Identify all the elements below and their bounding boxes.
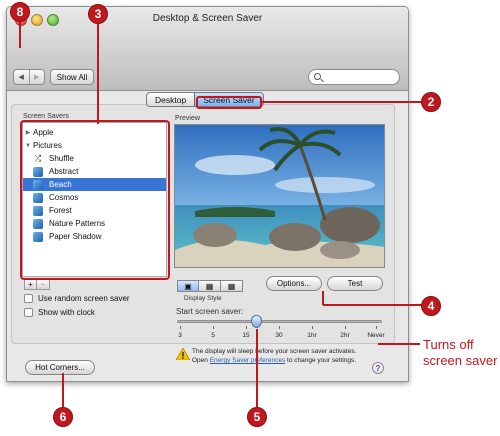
options-button[interactable]: Options...	[266, 276, 322, 291]
display-style-buttons: ▣ ▦ ▦	[177, 280, 243, 292]
start-slider-track[interactable]	[177, 320, 382, 323]
callout-badge: 8	[10, 2, 30, 22]
list-highlight	[20, 120, 170, 280]
tick-label: 5	[211, 332, 215, 339]
callout-line	[97, 20, 99, 124]
search-icon	[314, 73, 321, 80]
tick-mark	[213, 326, 214, 329]
window-title: Desktop & Screen Saver	[152, 13, 263, 24]
search-field[interactable]	[308, 69, 400, 85]
back-arrow-icon[interactable]: ◀	[14, 70, 29, 84]
tick-mark	[345, 326, 346, 329]
display-style-label: Display Style	[184, 295, 222, 302]
forward-arrow-icon[interactable]: ▶	[28, 70, 45, 84]
callout-badge: 5	[247, 407, 267, 427]
single-image-icon[interactable]: ▣	[177, 280, 199, 292]
list-edit-buttons: + −	[24, 279, 50, 290]
add-button[interactable]: +	[24, 279, 37, 290]
grid-icon[interactable]: ▦	[221, 280, 243, 292]
energy-saver-link[interactable]: Energy Saver preferences	[210, 357, 286, 364]
tick-label: 1hr	[307, 332, 317, 339]
checkbox-box[interactable]	[24, 294, 33, 303]
tick-label: 2hr	[340, 332, 350, 339]
callout-badge: 6	[53, 407, 73, 427]
show-clock-checkbox[interactable]: Show with clock	[24, 308, 95, 317]
hot-corners-button[interactable]: Hot Corners...	[25, 360, 95, 375]
tick-mark	[279, 326, 280, 329]
tab-highlight	[196, 96, 262, 109]
tick-label: 30	[275, 332, 283, 339]
test-button[interactable]: Test	[327, 276, 383, 291]
tick-mark	[246, 326, 247, 329]
tab-desktop[interactable]: Desktop	[147, 93, 194, 106]
callout-line	[262, 101, 422, 103]
callout-line	[256, 329, 258, 411]
toolbar: Desktop & Screen Saver ◀ ▶ Show All	[7, 7, 408, 91]
help-button[interactable]: ?	[372, 362, 384, 374]
callout-line	[378, 343, 420, 345]
callout-line	[322, 291, 324, 305]
callout-badge: 3	[88, 4, 108, 24]
screen-savers-label: Screen Savers	[23, 113, 69, 120]
beach-preview-image	[174, 124, 385, 268]
tick-mark	[376, 326, 377, 329]
preview-label: Preview	[175, 115, 200, 122]
tick-label-never: Never	[367, 332, 385, 339]
nav-buttons: ◀ ▶	[13, 69, 45, 85]
checkbox-box[interactable]	[24, 308, 33, 317]
remove-button[interactable]: −	[37, 279, 50, 290]
mosaic-icon[interactable]: ▦	[199, 280, 221, 292]
warning-icon	[176, 348, 190, 360]
sleep-warning-message: The display will sleep before your scree…	[192, 348, 357, 364]
callout-line	[62, 373, 64, 408]
tick-mark	[312, 326, 313, 329]
callout-badge: 2	[421, 92, 441, 112]
callout-badge: 4	[421, 296, 441, 316]
tick-mark	[180, 326, 181, 329]
start-screen-saver-label: Start screen saver:	[176, 307, 244, 316]
callout-line	[19, 20, 21, 48]
turns-off-annotation: Turns off screen saver	[423, 337, 498, 368]
callout-line	[323, 304, 424, 306]
random-saver-checkbox[interactable]: Use random screen saver	[24, 294, 130, 303]
tick-label: 3	[178, 332, 182, 339]
show-all-button[interactable]: Show All	[50, 69, 94, 85]
